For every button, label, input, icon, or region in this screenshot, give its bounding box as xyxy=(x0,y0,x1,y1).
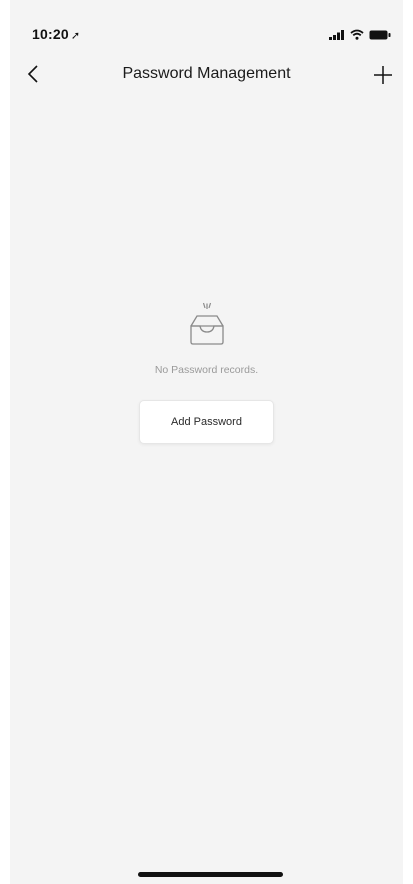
battery-icon xyxy=(369,27,391,45)
empty-message: No Password records. xyxy=(154,364,259,376)
wifi-icon xyxy=(350,27,364,45)
app-screen: 10:20 ➚ Password Management No Password … xyxy=(10,0,403,884)
empty-state: No Password records. Add Password xyxy=(10,300,403,444)
location-icon: ➚ xyxy=(70,30,81,42)
add-button[interactable] xyxy=(367,59,399,91)
home-indicator[interactable] xyxy=(138,872,283,877)
page-title: Password Management xyxy=(122,65,291,82)
empty-inbox-icon xyxy=(189,302,224,345)
status-bar: 10:20 ➚ xyxy=(10,0,403,50)
status-time: 10:20 ➚ xyxy=(32,26,80,42)
status-icons xyxy=(329,27,391,45)
status-time-text: 10:20 xyxy=(32,26,69,42)
add-password-button[interactable]: Add Password xyxy=(139,400,274,444)
signal-icon xyxy=(329,27,345,45)
navigation-bar: Password Management xyxy=(10,55,403,95)
plus-icon xyxy=(374,66,392,84)
